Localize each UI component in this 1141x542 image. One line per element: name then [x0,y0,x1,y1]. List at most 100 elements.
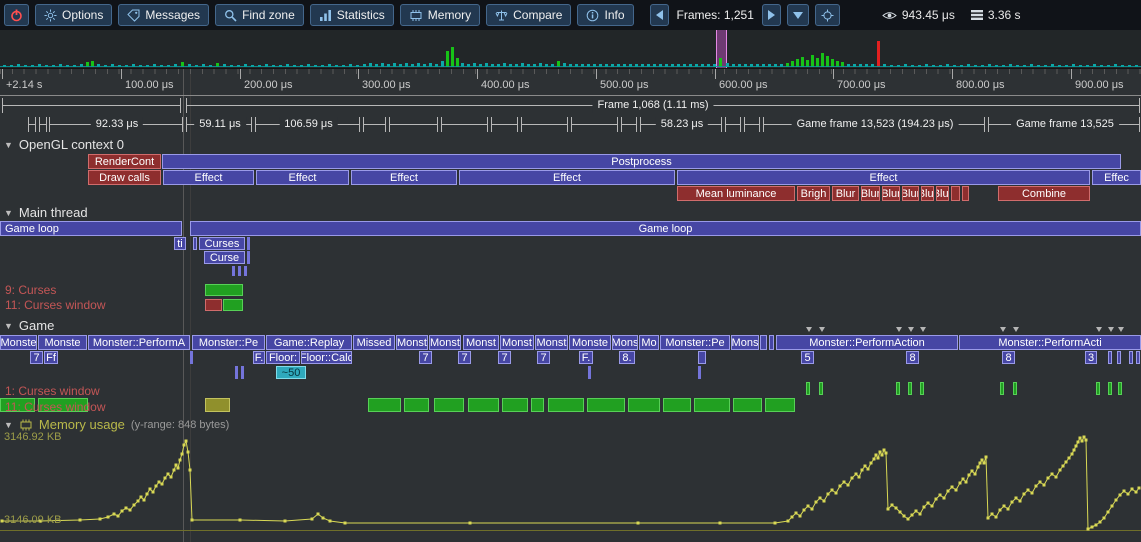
zone[interactable] [190,351,193,364]
zone[interactable]: ~50 [276,366,306,379]
collapsed-marker-icon[interactable] [806,327,812,332]
frame-segment[interactable] [28,117,36,132]
frame-segment[interactable]: 106.59 μs [255,117,360,132]
frame-bar[interactable] [216,63,219,67]
frame-bar[interactable] [946,64,949,67]
frame-segment[interactable]: 58.23 μs [640,117,722,132]
frame-bar[interactable] [423,64,426,67]
frame-bar[interactable] [890,65,893,67]
frame-bar[interactable] [321,65,324,67]
zone[interactable]: 7 [30,351,43,364]
zone[interactable]: Blur [832,186,859,201]
zone[interactable] [1117,351,1121,364]
zone[interactable] [247,251,250,264]
zone[interactable]: Postprocess [162,154,1121,169]
frame-bar[interactable] [45,65,48,67]
frame-bar[interactable] [677,64,680,67]
frame-bar[interactable] [31,65,34,67]
frame-bar[interactable] [617,64,620,67]
frame-bar[interactable] [911,65,914,67]
zone[interactable]: Monster::Pe [660,335,730,350]
frame-bar[interactable] [429,63,432,67]
zone[interactable] [588,366,591,379]
frame-segment[interactable] [725,117,741,132]
zone[interactable]: Ff [44,351,58,364]
zone[interactable] [908,382,912,395]
frame-segment[interactable] [39,117,47,132]
frame-bar[interactable] [307,64,310,67]
frame-bar[interactable] [286,64,289,67]
zone[interactable]: Blur [921,186,934,201]
zone[interactable] [1013,382,1017,395]
lock-label-9-curses[interactable]: 9: Curses [5,283,56,297]
zone[interactable]: Effect [256,170,349,185]
frame-bar[interactable] [545,64,548,67]
frame-bar[interactable] [111,64,114,67]
frame-bar[interactable] [393,63,396,67]
frame-bar[interactable] [1114,64,1117,67]
frame-bar[interactable] [939,65,942,67]
frame-bar[interactable] [146,65,149,67]
zone[interactable]: Monst [500,335,534,350]
frame-bar[interactable] [981,65,984,67]
zone[interactable] [1108,351,1112,364]
frame-bar[interactable] [10,65,13,67]
frame-bar[interactable] [1128,65,1131,67]
zone[interactable]: Mons [731,335,759,350]
frame-bar[interactable] [188,64,191,67]
frame-bar[interactable] [587,64,590,67]
zone[interactable] [698,366,701,379]
frame-bar[interactable] [665,64,668,67]
frame-bar[interactable] [342,65,345,67]
collapse-arrow-icon[interactable]: ▼ [4,321,13,331]
frame-bar[interactable] [988,64,991,67]
frame-bar[interactable] [104,65,107,67]
frame-bar[interactable] [38,64,41,67]
zone[interactable] [698,351,706,364]
collapsed-marker-icon[interactable] [1096,327,1102,332]
frame-bar[interactable] [174,64,177,67]
frame-bar[interactable] [1100,65,1103,67]
zone[interactable]: 5 [801,351,814,364]
collapse-arrow-icon[interactable]: ▼ [4,140,13,150]
frame-bar[interactable] [865,64,868,67]
frame-bar[interactable] [796,59,799,67]
frame-bar[interactable] [1051,64,1054,67]
collapse-arrow-icon[interactable]: ▼ [4,420,13,430]
info-button[interactable]: Info [577,4,633,26]
frame-bar[interactable] [853,64,856,67]
frame-bar[interactable] [202,64,205,67]
zone[interactable] [223,299,243,311]
frame-bar[interactable] [841,62,844,67]
zone[interactable] [760,335,767,350]
zone[interactable]: ti [174,237,186,250]
frame-bar[interactable] [59,64,62,67]
zone[interactable]: Game loop [190,221,1141,236]
frame-bar[interactable] [953,65,956,67]
zone[interactable]: Monst [463,335,499,350]
frame-bar[interactable] [1002,65,1005,67]
zone[interactable]: Monster::PerformAction [776,335,958,350]
zone[interactable]: 8. [619,351,635,364]
frame-bar[interactable] [451,47,454,67]
frame-bar[interactable] [328,64,331,67]
frame-bar[interactable] [195,65,198,67]
next-frame-button[interactable] [762,4,781,26]
frame-bar[interactable] [883,64,886,67]
frame-bar[interactable] [515,64,518,67]
zone[interactable]: Effect [163,170,254,185]
frame-bar[interactable] [605,64,608,67]
zone[interactable] [244,266,247,276]
zone[interactable] [468,398,499,412]
frame-bar[interactable] [467,64,470,67]
statistics-button[interactable]: Statistics [310,4,394,26]
zone[interactable] [1136,351,1140,364]
frame-bar[interactable] [826,56,829,67]
zone[interactable]: Monst [396,335,428,350]
frame-bar[interactable] [811,55,814,67]
frame-segment[interactable] [2,98,181,113]
zone[interactable]: 8 [1002,351,1015,364]
frame-segment[interactable]: Game frame 13,523 (194.23 μs) [763,117,985,132]
frame-bar[interactable] [237,65,240,67]
frame-bar[interactable] [80,64,83,67]
